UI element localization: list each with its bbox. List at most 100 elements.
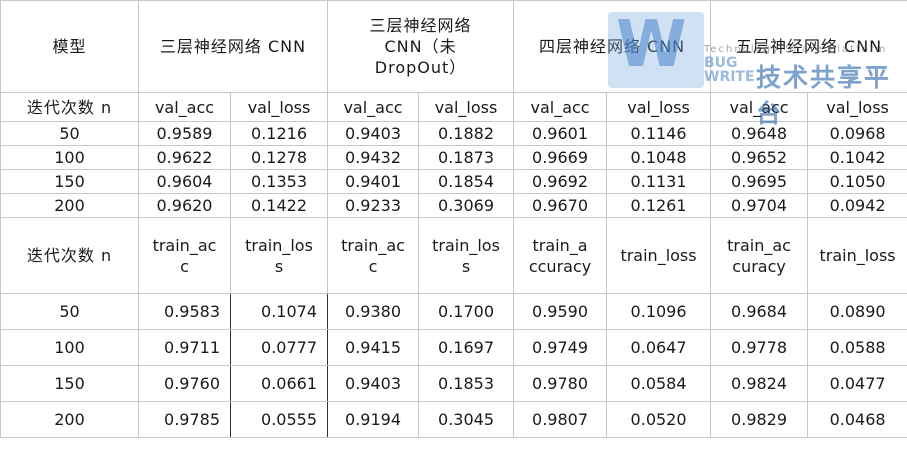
train-cell: 0.1700 xyxy=(418,293,515,330)
val-cell: 0.1131 xyxy=(606,169,712,194)
model-name-cell: 五层神经网络 CNN xyxy=(710,0,907,93)
train-data-row: 100 0.9711 0.0777 0.9415 0.1697 0.9749 0.0647 0… xyxy=(0,329,907,366)
train-column-header: train_los s xyxy=(229,217,329,294)
val-cell: 0.9604 xyxy=(138,169,231,194)
train-column-header: train_a ccuracy xyxy=(513,217,608,294)
train-cell: 0.9194 xyxy=(327,401,420,438)
val-cell: 0.1261 xyxy=(606,193,712,218)
train-cell: 0.0777 xyxy=(229,329,329,366)
val-cell: 0.0942 xyxy=(807,193,907,218)
val-column-header: val_acc xyxy=(138,92,231,122)
val-data-row: 50 0.9589 0.1216 0.9403 0.1882 0.9601 0.1146 0.… xyxy=(0,121,907,146)
train-column-header: train_los s xyxy=(418,217,515,294)
iteration-cell: 200 xyxy=(0,401,139,438)
train-cell: 0.0555 xyxy=(229,401,329,438)
val-column-header: val_loss xyxy=(229,92,329,122)
val-column-header: val_acc xyxy=(327,92,420,122)
train-cell: 0.9829 xyxy=(710,401,809,438)
val-data-row: 150 0.9604 0.1353 0.9401 0.1854 0.9692 0.1131 0… xyxy=(0,169,907,194)
model-name-cell: 四层神经网络 CNN xyxy=(513,0,712,93)
val-cell: 0.9692 xyxy=(513,169,608,194)
train-cell: 0.0647 xyxy=(606,329,712,366)
train-column-header: train_ac c xyxy=(138,217,231,294)
train-data-row: 50 0.9583 0.1074 0.9380 0.1700 0.9590 0.1096 0.… xyxy=(0,293,907,330)
train-column-header: train_loss xyxy=(807,217,907,294)
train-data-row: 200 0.9785 0.0555 0.9194 0.3045 0.9807 0.0520 0… xyxy=(0,401,907,438)
val-cell: 0.1278 xyxy=(229,145,329,170)
results-table: 模型 三层神经网络 CNN 三层神经网络 CNN（未 DropOut） 四层神经网络 … xyxy=(0,0,907,438)
val-data-row: 200 0.9620 0.1422 0.9233 0.3069 0.9670 0.1261 0… xyxy=(0,193,907,218)
val-cell: 0.1854 xyxy=(418,169,515,194)
train-column-header-row: 迭代次数 n train_ac c train_los s train_ac c tra… xyxy=(0,217,907,294)
train-cell: 0.0584 xyxy=(606,365,712,402)
train-cell: 0.9760 xyxy=(138,365,231,402)
train-cell: 0.9780 xyxy=(513,365,608,402)
model-name-cell: 三层神经网络 CNN xyxy=(137,0,329,93)
results-table-body: 模型 三层神经网络 CNN 三层神经网络 CNN（未 DropOut） 四层神经网络 … xyxy=(0,0,907,438)
val-cell: 0.9704 xyxy=(710,193,809,218)
train-column-header: train_loss xyxy=(606,217,712,294)
iteration-label-cell: 迭代次数 n xyxy=(0,92,139,122)
iteration-label-cell: 迭代次数 n xyxy=(0,217,139,294)
val-column-header-row: 迭代次数 n val_acc val_loss val_acc val_loss val_… xyxy=(0,92,907,122)
train-column-header: train_ac c xyxy=(327,217,420,294)
val-cell: 0.1422 xyxy=(229,193,329,218)
train-data-row: 150 0.9760 0.0661 0.9403 0.1853 0.9780 0.0584 0… xyxy=(0,365,907,402)
val-cell: 0.1050 xyxy=(807,169,907,194)
train-cell: 0.9824 xyxy=(710,365,809,402)
val-cell: 0.9589 xyxy=(138,121,231,146)
val-column-header: val_acc xyxy=(513,92,608,122)
train-cell: 0.0520 xyxy=(606,401,712,438)
val-column-header: val_loss xyxy=(606,92,712,122)
val-cell: 0.3069 xyxy=(418,193,515,218)
val-cell: 0.9401 xyxy=(327,169,420,194)
train-cell: 0.9583 xyxy=(138,293,231,330)
iteration-cell: 50 xyxy=(0,293,139,330)
train-cell: 0.9590 xyxy=(513,293,608,330)
train-cell: 0.9807 xyxy=(513,401,608,438)
train-cell: 0.0890 xyxy=(807,293,907,330)
model-header-cell: 模型 xyxy=(0,0,139,93)
train-cell: 0.0588 xyxy=(807,329,907,366)
train-cell: 0.0468 xyxy=(807,401,907,438)
iteration-cell: 100 xyxy=(0,329,139,366)
train-column-header: train_ac curacy xyxy=(710,217,809,294)
iteration-cell: 50 xyxy=(0,121,139,146)
train-cell: 0.9711 xyxy=(138,329,231,366)
train-cell: 0.9778 xyxy=(710,329,809,366)
val-cell: 0.9432 xyxy=(327,145,420,170)
val-column-header: val_acc xyxy=(710,92,809,122)
val-cell: 0.1216 xyxy=(229,121,329,146)
iteration-cell: 150 xyxy=(0,365,139,402)
train-cell: 0.0477 xyxy=(807,365,907,402)
train-cell: 0.0661 xyxy=(229,365,329,402)
val-cell: 0.9620 xyxy=(138,193,231,218)
val-column-header: val_loss xyxy=(807,92,907,122)
val-cell: 0.9669 xyxy=(513,145,608,170)
val-data-row: 100 0.9622 0.1278 0.9432 0.1873 0.9669 0.1048 0… xyxy=(0,145,907,170)
iteration-cell: 200 xyxy=(0,193,139,218)
val-cell: 0.1882 xyxy=(418,121,515,146)
val-cell: 0.1048 xyxy=(606,145,712,170)
train-cell: 0.9415 xyxy=(327,329,420,366)
train-cell: 0.1074 xyxy=(229,293,329,330)
train-cell: 0.1096 xyxy=(606,293,712,330)
val-cell: 0.0968 xyxy=(807,121,907,146)
train-cell: 0.9403 xyxy=(327,365,420,402)
train-cell: 0.3045 xyxy=(418,401,515,438)
train-cell: 0.9380 xyxy=(327,293,420,330)
val-cell: 0.1042 xyxy=(807,145,907,170)
model-name-cell: 三层神经网络 CNN（未 DropOut） xyxy=(327,0,515,93)
train-cell: 0.9749 xyxy=(513,329,608,366)
val-cell: 0.9648 xyxy=(710,121,809,146)
train-cell: 0.1853 xyxy=(418,365,515,402)
val-cell: 0.9622 xyxy=(138,145,231,170)
header-row: 模型 三层神经网络 CNN 三层神经网络 CNN（未 DropOut） 四层神经网络 … xyxy=(0,0,907,93)
val-cell: 0.9695 xyxy=(710,169,809,194)
val-cell: 0.9233 xyxy=(327,193,420,218)
val-cell: 0.9601 xyxy=(513,121,608,146)
val-column-header: val_loss xyxy=(418,92,515,122)
val-cell: 0.9652 xyxy=(710,145,809,170)
val-cell: 0.1146 xyxy=(606,121,712,146)
train-cell: 0.9785 xyxy=(138,401,231,438)
